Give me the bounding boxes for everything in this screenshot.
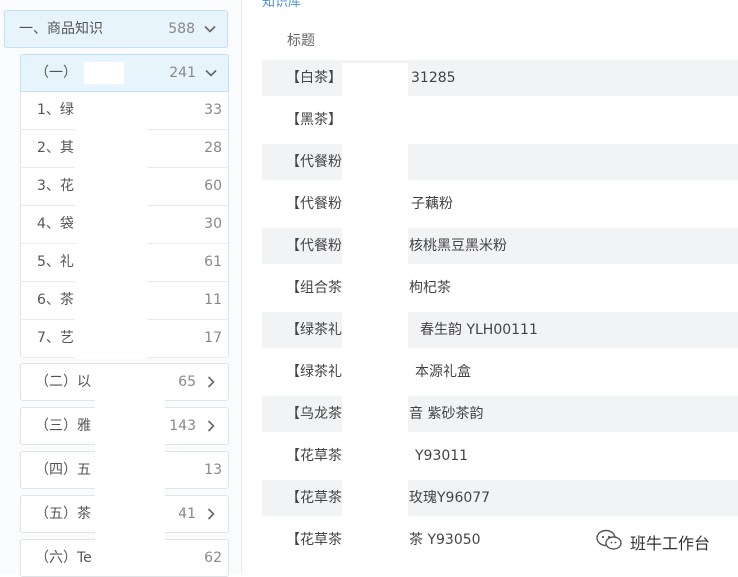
row-title-tail: 子藕粉 xyxy=(411,196,453,212)
category-label: 4、袋 xyxy=(37,216,74,232)
category-label: （五）茶 xyxy=(35,506,91,522)
category-label: （一） xyxy=(35,65,77,81)
category-label: 一、商品知识 xyxy=(19,21,103,37)
category-count: 143 xyxy=(169,418,196,434)
category-label: 2、其 xyxy=(37,140,74,156)
category-count: 588 xyxy=(168,21,195,37)
category-sidebar: 一、商品知识 588 （一） 241 1、绿 33 2、其 28 3、花 60 … xyxy=(0,0,242,577)
row-title: 【绿茶礼 xyxy=(286,364,342,380)
table-row[interactable]: 【乌龙茶 音 紫砂茶韵 xyxy=(262,396,738,432)
table-row[interactable]: 【花草茶 玫瑰Y96077 xyxy=(262,480,738,516)
row-title: 【代餐粉 xyxy=(286,154,342,170)
redaction-block xyxy=(75,93,147,359)
redaction-block xyxy=(342,63,408,574)
category-count: 17 xyxy=(204,330,222,346)
category-count: 241 xyxy=(169,65,196,81)
category-root-node[interactable]: 一、商品知识 588 xyxy=(4,10,228,48)
chevron-right-icon[interactable] xyxy=(204,408,218,444)
row-title: 【绿茶礼 xyxy=(286,322,342,338)
row-title-tail: 核桃黑豆黑米粉 xyxy=(409,238,507,254)
category-count: 33 xyxy=(204,102,222,118)
category-label: （三）雅 xyxy=(35,418,91,434)
table-row[interactable]: 【花草茶 Y93011 xyxy=(262,438,738,474)
table-row[interactable]: 【绿茶礼 春生韵 YLH00111 xyxy=(262,312,738,348)
category-count: 60 xyxy=(204,178,222,194)
category-label: 5、礼 xyxy=(37,254,74,270)
table-row[interactable]: 【黑茶】 xyxy=(262,102,738,138)
redaction-block xyxy=(95,364,165,574)
row-title-tail: 音 紫砂茶韵 xyxy=(409,406,484,422)
row-title: 【代餐粉 xyxy=(286,238,342,254)
category-label: 7、艺 xyxy=(37,330,74,346)
category-count: 30 xyxy=(204,216,222,232)
table-row[interactable]: 【绿茶礼 本源礼盒 xyxy=(262,354,738,390)
chevron-right-icon[interactable] xyxy=(204,496,218,532)
row-title: 【花草茶 xyxy=(286,448,342,464)
row-title: 【组合茶 xyxy=(286,280,342,296)
category-count: 11 xyxy=(204,292,222,308)
row-title-tail: 枸杞茶 xyxy=(409,280,451,296)
section-title: 知识库 xyxy=(262,0,302,10)
category-label: （四）五 xyxy=(35,462,91,478)
chevron-down-icon[interactable] xyxy=(203,11,217,47)
category-count: 62 xyxy=(204,550,222,566)
category-count: 28 xyxy=(204,140,222,156)
row-title-tail: 玫瑰Y96077 xyxy=(409,490,491,506)
category-label: 1、绿 xyxy=(37,102,74,118)
row-title-tail: 茶 Y93050 xyxy=(409,532,481,548)
redaction-block xyxy=(84,62,124,84)
category-label: 6、茶 xyxy=(37,292,74,308)
category-count: 41 xyxy=(178,506,196,522)
category-label: 3、花 xyxy=(37,178,74,194)
table-row[interactable]: 【白茶】 31285 xyxy=(262,60,738,96)
wechat-icon xyxy=(596,529,622,555)
category-count: 61 xyxy=(204,254,222,270)
row-title: 【乌龙茶 xyxy=(286,406,342,422)
category-label: （六）Te xyxy=(35,550,92,566)
chevron-down-icon[interactable] xyxy=(204,55,218,91)
row-title-tail: Y93011 xyxy=(415,448,469,464)
row-title: 【黑茶】 xyxy=(286,112,342,128)
row-title: 【花草茶 xyxy=(286,490,342,506)
row-title-tail: 春生韵 YLH00111 xyxy=(420,322,538,338)
category-sub-node-open[interactable]: （一） 241 xyxy=(20,54,229,92)
chevron-right-icon[interactable] xyxy=(204,364,218,400)
table-row[interactable]: 【组合茶 枸杞茶 xyxy=(262,270,738,306)
row-title: 【白茶】 xyxy=(286,70,342,86)
table-row[interactable]: 【代餐粉 核桃黑豆黑米粉 xyxy=(262,228,738,264)
row-title-tail: 31285 xyxy=(411,70,456,86)
watermark: 班牛工作台 xyxy=(596,528,710,556)
column-header-title: 标题 xyxy=(287,33,315,49)
row-title-tail: 本源礼盒 xyxy=(415,364,471,380)
table-row[interactable]: 【代餐粉 xyxy=(262,144,738,180)
table-row[interactable]: 【代餐粉 子藕粉 xyxy=(262,186,738,222)
watermark-text: 班牛工作台 xyxy=(630,534,711,553)
category-count: 65 xyxy=(178,374,196,390)
category-label: （二）以 xyxy=(35,374,91,390)
row-title: 【代餐粉 xyxy=(286,196,342,212)
category-count: 13 xyxy=(204,462,222,478)
row-title: 【花草茶 xyxy=(286,532,342,548)
